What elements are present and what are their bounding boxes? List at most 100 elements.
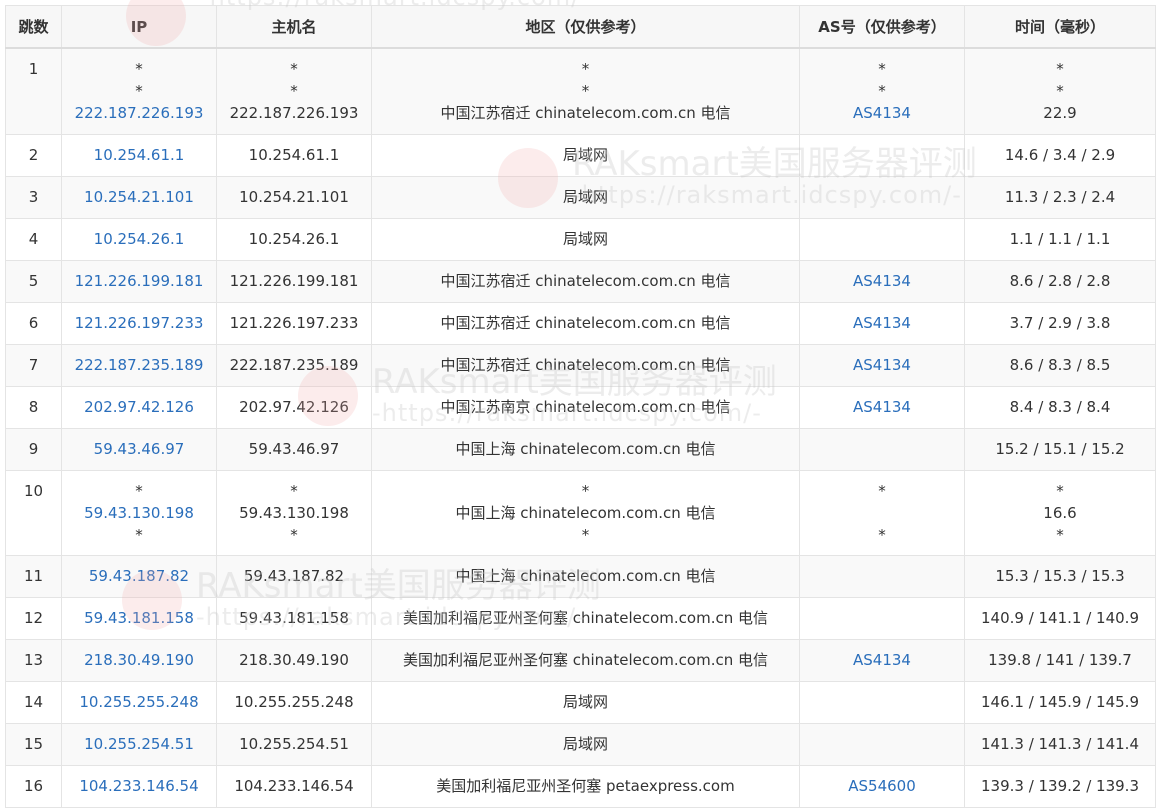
region-text: * (581, 82, 590, 100)
hop-cell: 2 (5, 134, 62, 177)
host-text: 121.226.197.233 (229, 314, 359, 332)
table-row: 16 104.233.146.54 104.233.146.54 美国加利福尼亚州圣何… (5, 765, 1156, 808)
host-text: 218.30.49.190 (239, 651, 349, 669)
time-cell: 8.6 / 2.8 / 2.8 (964, 260, 1156, 303)
ip-cell: 10.255.255.248 (61, 681, 217, 724)
ip-link[interactable]: 59.43.187.82 (62, 565, 216, 587)
table-row: 8 202.97.42.126 202.97.42.126 中国江苏南京 chinat… (5, 386, 1156, 429)
time-text: * (1056, 482, 1064, 500)
region-cell: 美国加利福尼亚州圣何塞 chinatelecom.com.cn 电信 (371, 597, 800, 640)
as-link[interactable]: AS4134 (800, 312, 964, 334)
hostname-cell: 121.226.197.233 (216, 302, 372, 345)
host-text: * (290, 60, 298, 78)
ip-link[interactable]: 59.43.181.158 (62, 607, 216, 629)
time-text: 146.1 / 145.9 / 145.9 (980, 693, 1139, 711)
region-text: 局域网 (562, 735, 608, 753)
ip-link[interactable]: 10.254.26.1 (62, 228, 216, 250)
host-text: 222.187.226.193 (229, 104, 359, 122)
as-link: * (878, 526, 886, 544)
region-text: 中国江苏宿迁 chinatelecom.com.cn 电信 (440, 356, 731, 374)
host-text: * (290, 526, 298, 544)
ip-cell: 59.43.181.158 (61, 597, 217, 640)
ip-link[interactable]: 59.43.130.198 (62, 502, 216, 524)
ip-link[interactable]: 121.226.197.233 (62, 312, 216, 334)
ip-cell: * * 222.187.226.193 (61, 47, 217, 135)
as-link (800, 733, 964, 755)
time-text: * (1056, 60, 1064, 78)
as-link[interactable]: AS4134 (800, 396, 964, 418)
as-link (800, 144, 964, 166)
hostname-cell: * * 222.187.226.193 (216, 47, 372, 135)
ip-link: * (135, 482, 143, 500)
hop-cell: 15 (5, 723, 62, 766)
table-row: 13 218.30.49.190 218.30.49.190 美国加利福尼亚州圣何塞 … (5, 639, 1156, 682)
region-cell: 中国江苏南京 chinatelecom.com.cn 电信 (371, 386, 800, 429)
hop-cell: 9 (5, 428, 62, 471)
as-link[interactable]: AS4134 (800, 354, 964, 376)
ip-link[interactable]: 218.30.49.190 (62, 649, 216, 671)
ip-cell: * 59.43.130.198 * (61, 470, 217, 556)
time-text: 8.6 / 8.3 / 8.5 (1009, 356, 1111, 374)
as-cell: AS4134 (799, 344, 965, 387)
ip-link[interactable]: 10.255.254.51 (62, 733, 216, 755)
ip-link[interactable]: 10.254.21.101 (62, 186, 216, 208)
region-text: 局域网 (562, 188, 608, 206)
hop-cell: 16 (5, 765, 62, 808)
as-link[interactable]: AS4134 (800, 649, 964, 671)
ip-cell: 10.255.254.51 (61, 723, 217, 766)
time-cell: 139.3 / 139.2 / 139.3 (964, 765, 1156, 808)
hostname-cell: 10.254.21.101 (216, 176, 372, 219)
region-text: 中国江苏宿迁 chinatelecom.com.cn 电信 (440, 272, 731, 290)
region-text: 美国加利福尼亚州圣何塞 chinatelecom.com.cn 电信 (402, 609, 769, 627)
ip-link[interactable]: 59.43.46.97 (62, 438, 216, 460)
hop-cell: 8 (5, 386, 62, 429)
host-text: 121.226.199.181 (229, 272, 359, 290)
hop-cell: 1 (5, 47, 62, 135)
as-link[interactable]: AS54600 (800, 775, 964, 797)
host-text: 59.43.187.82 (243, 567, 345, 585)
region-cell: 局域网 (371, 218, 800, 261)
hostname-cell: 10.255.254.51 (216, 723, 372, 766)
region-text: * (581, 60, 590, 78)
time-text: 141.3 / 141.3 / 141.4 (980, 735, 1139, 753)
table-row: 7 222.187.235.189 222.187.235.189 中国江苏宿迁 ch… (5, 344, 1156, 387)
region-text: 中国上海 chinatelecom.com.cn 电信 (455, 440, 716, 458)
region-cell: * * 中国江苏宿迁 chinatelecom.com.cn 电信 (371, 47, 800, 135)
ip-link[interactable]: 222.187.226.193 (62, 102, 216, 124)
traceroute-table: 跳数 IP 主机名 地区（仅供参考） AS号（仅供参考） 时间（毫秒） 1 * * 2… (5, 5, 1156, 808)
hop-cell: 12 (5, 597, 62, 640)
hop-cell: 5 (5, 260, 62, 303)
ip-link[interactable]: 10.255.255.248 (62, 691, 216, 713)
as-link: * (878, 82, 886, 100)
time-cell: * * 22.9 (964, 47, 1156, 135)
host-text: 222.187.235.189 (229, 356, 359, 374)
as-link: * (878, 60, 886, 78)
time-cell: 8.4 / 8.3 / 8.4 (964, 386, 1156, 429)
time-text: 22.9 (1043, 104, 1077, 122)
ip-link[interactable]: 10.254.61.1 (62, 144, 216, 166)
ip-link[interactable]: 121.226.199.181 (62, 270, 216, 292)
hostname-cell: * 59.43.130.198 * (216, 470, 372, 556)
ip-cell: 222.187.235.189 (61, 344, 217, 387)
time-text: 16.6 (1043, 504, 1077, 522)
hostname-cell: 59.43.187.82 (216, 555, 372, 598)
as-cell (799, 597, 965, 640)
time-text: 8.4 / 8.3 / 8.4 (1009, 398, 1111, 416)
ip-link[interactable]: 222.187.235.189 (62, 354, 216, 376)
as-link[interactable]: AS4134 (800, 270, 964, 292)
as-cell: AS4134 (799, 639, 965, 682)
region-cell: 中国上海 chinatelecom.com.cn 电信 (371, 555, 800, 598)
ip-link[interactable]: 104.233.146.54 (62, 775, 216, 797)
region-text: 局域网 (562, 230, 608, 248)
ip-cell: 121.226.199.181 (61, 260, 217, 303)
time-cell: 15.2 / 15.1 / 15.2 (964, 428, 1156, 471)
hostname-cell: 59.43.181.158 (216, 597, 372, 640)
table-header-row: 跳数 IP 主机名 地区（仅供参考） AS号（仅供参考） 时间（毫秒） (5, 5, 1156, 49)
ip-link[interactable]: 202.97.42.126 (62, 396, 216, 418)
region-cell: 中国江苏宿迁 chinatelecom.com.cn 电信 (371, 260, 800, 303)
as-link[interactable]: AS4134 (800, 102, 964, 124)
ip-cell: 202.97.42.126 (61, 386, 217, 429)
time-text: 14.6 / 3.4 / 2.9 (1004, 146, 1116, 164)
as-link (800, 607, 964, 629)
as-link: * (878, 482, 886, 500)
